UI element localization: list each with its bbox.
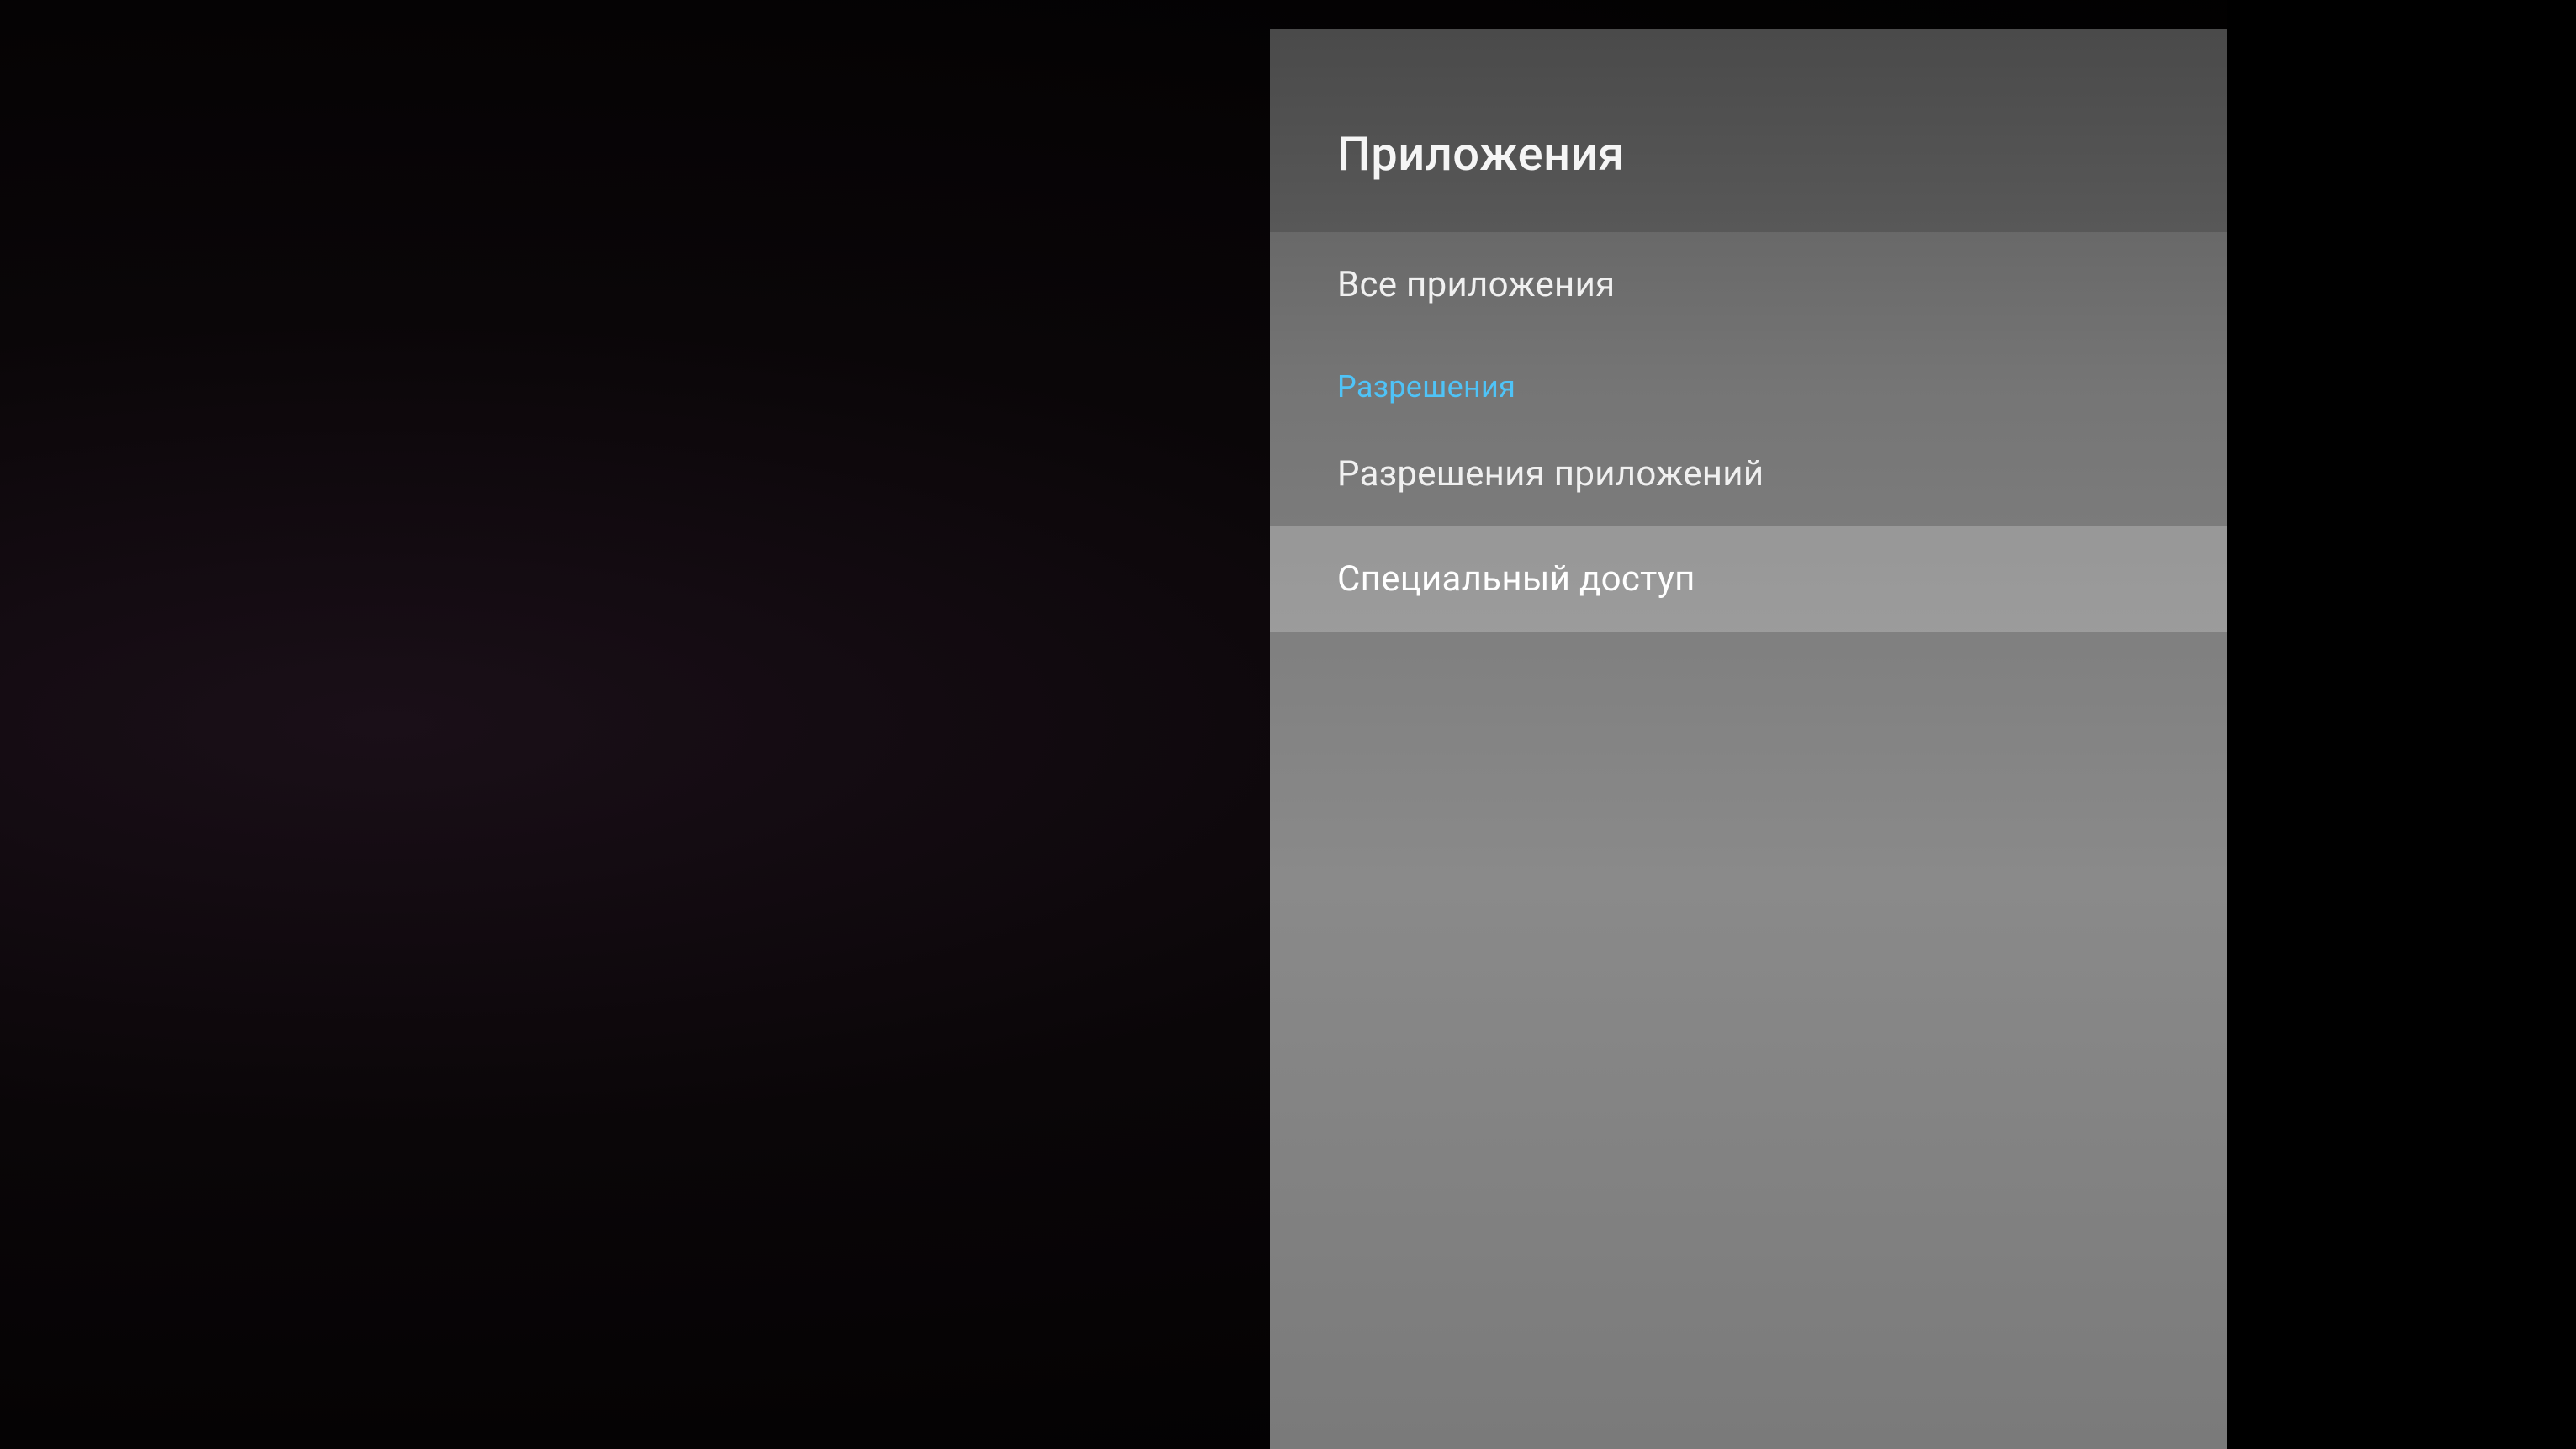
menu-item-label: Разрешения приложений (1337, 453, 1764, 494)
menu-item-label: Все приложения (1337, 264, 1615, 305)
right-bezel (2227, 0, 2576, 1449)
panel-title: Приложения (1337, 126, 2160, 182)
menu-item-special-access[interactable]: Специальный доступ (1270, 526, 2227, 632)
menu-item-label: Специальный доступ (1337, 558, 1695, 600)
screen-background: Приложения Все приложения Разрешения Раз… (0, 0, 2576, 1449)
panel-header: Приложения (1270, 29, 2227, 232)
section-permissions: Разрешения (1270, 337, 2227, 421)
menu-item-all-apps[interactable]: Все приложения (1270, 232, 2227, 337)
settings-panel: Приложения Все приложения Разрешения Раз… (1270, 29, 2227, 1449)
menu-item-app-permissions[interactable]: Разрешения приложений (1270, 421, 2227, 526)
section-label-text: Разрешения (1337, 369, 1515, 405)
